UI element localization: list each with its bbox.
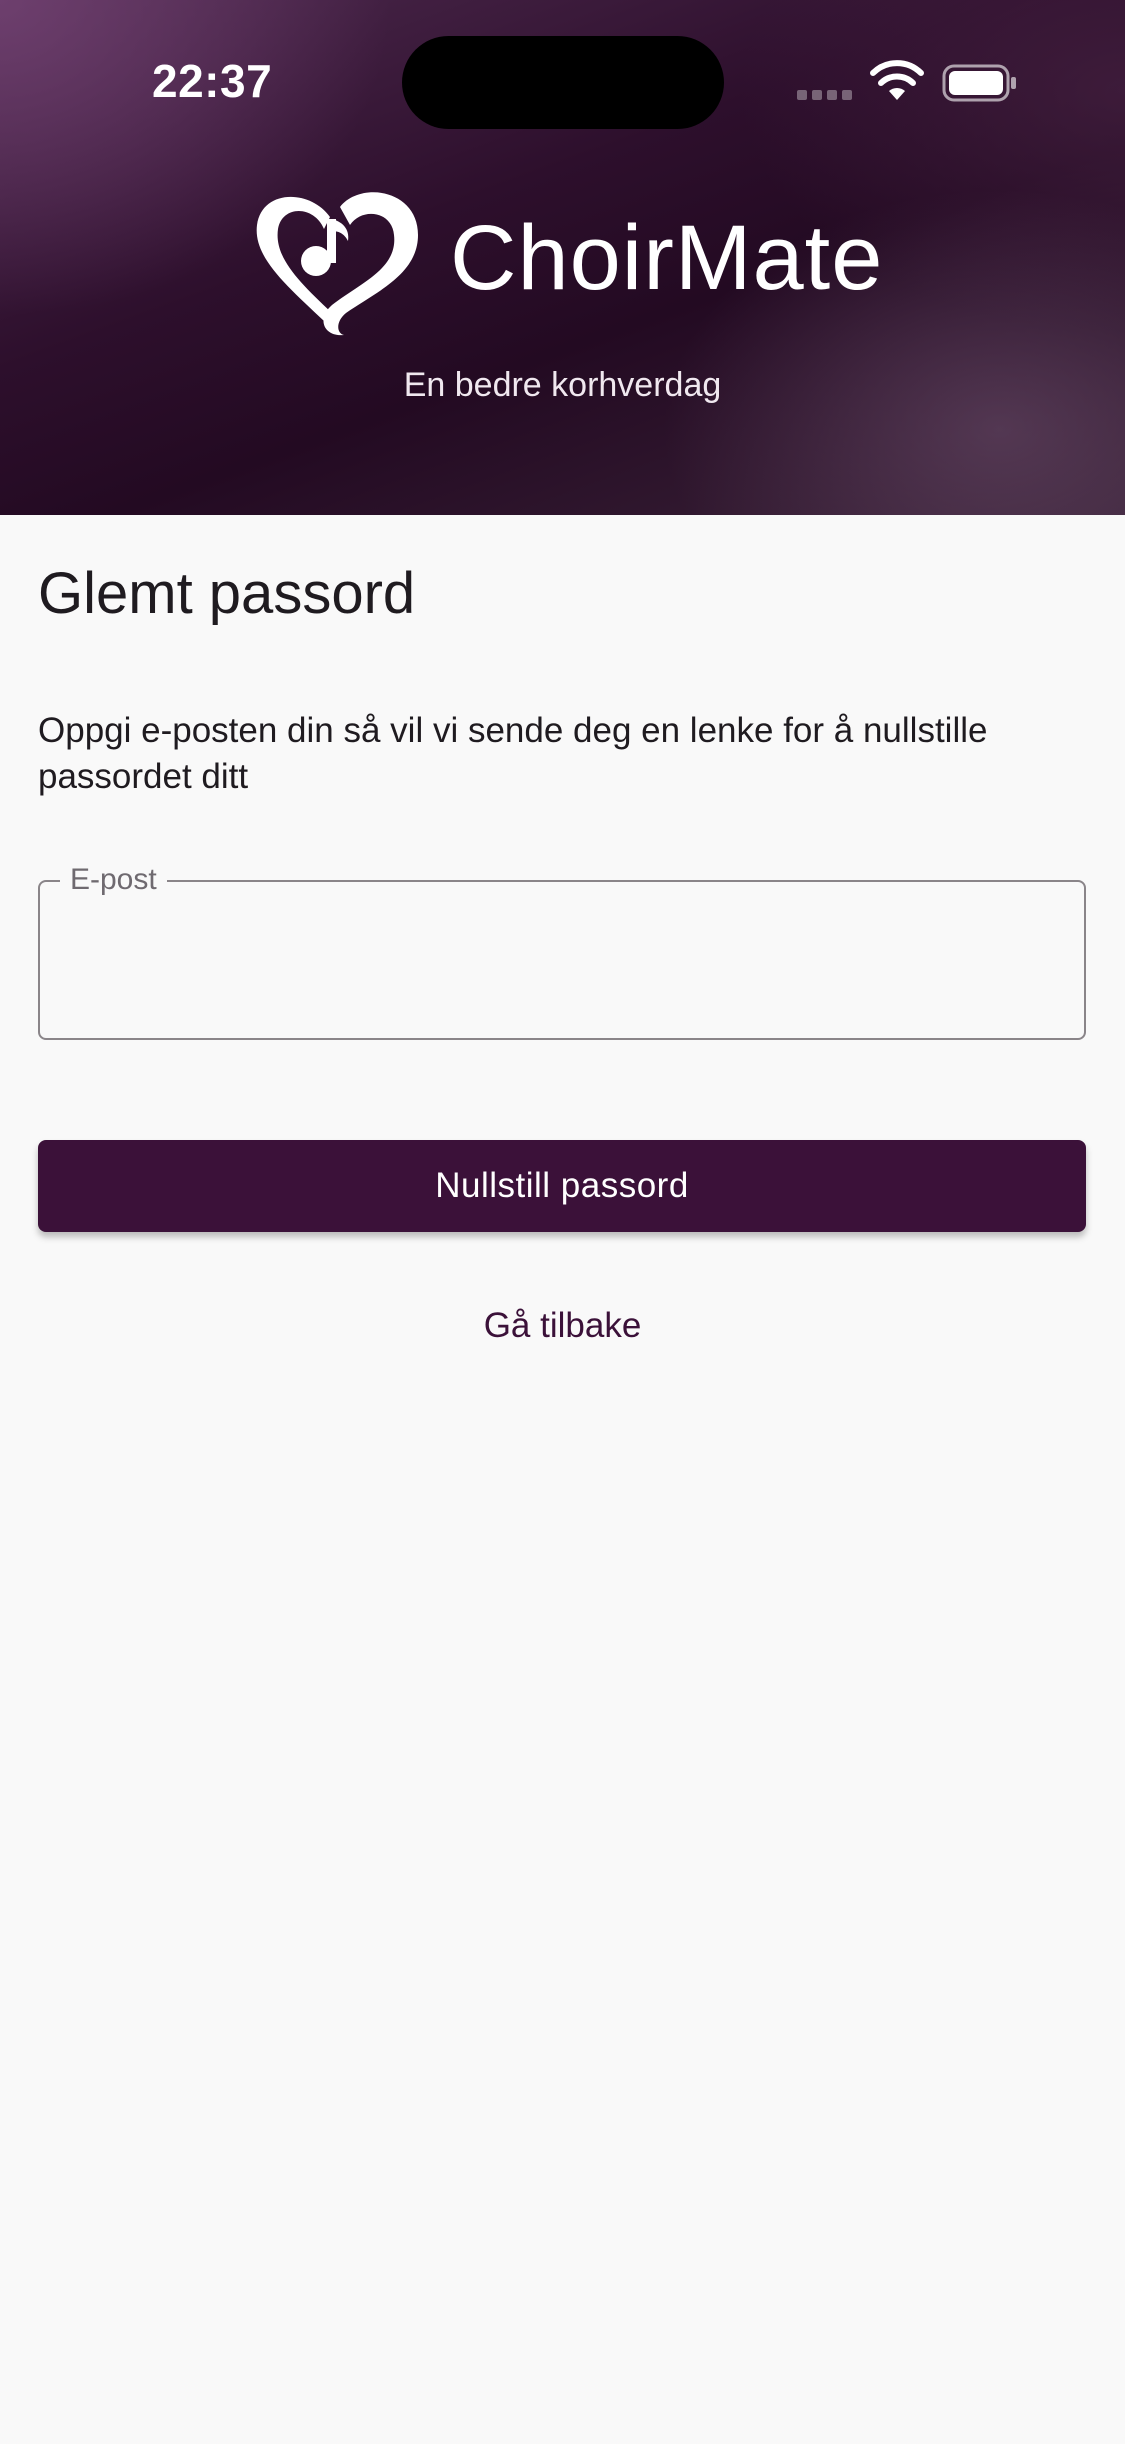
app-header: 22:37 ChoirMate En bedre korhverdag	[0, 0, 1125, 515]
email-input[interactable]	[70, 922, 1054, 1000]
status-time: 22:37	[152, 55, 273, 107]
cellular-signal-icon	[797, 90, 852, 100]
go-back-link[interactable]: Gå tilbake	[0, 1306, 1125, 1346]
email-field-label: E-post	[60, 862, 167, 898]
tagline: En bedre korhverdag	[403, 366, 722, 404]
dynamic-island	[402, 36, 724, 129]
heart-music-note-icon	[256, 192, 418, 336]
battery-icon	[942, 64, 1016, 102]
reset-password-button[interactable]: Nullstill passord	[38, 1140, 1086, 1232]
brand-name: ChoirMate	[450, 207, 884, 309]
email-field[interactable]: E-post	[38, 862, 1086, 1040]
wifi-icon	[870, 60, 924, 100]
page-title: Glemt passord	[38, 561, 416, 626]
instructions-text: Oppgi e-posten din så vil vi sende deg e…	[38, 711, 988, 796]
